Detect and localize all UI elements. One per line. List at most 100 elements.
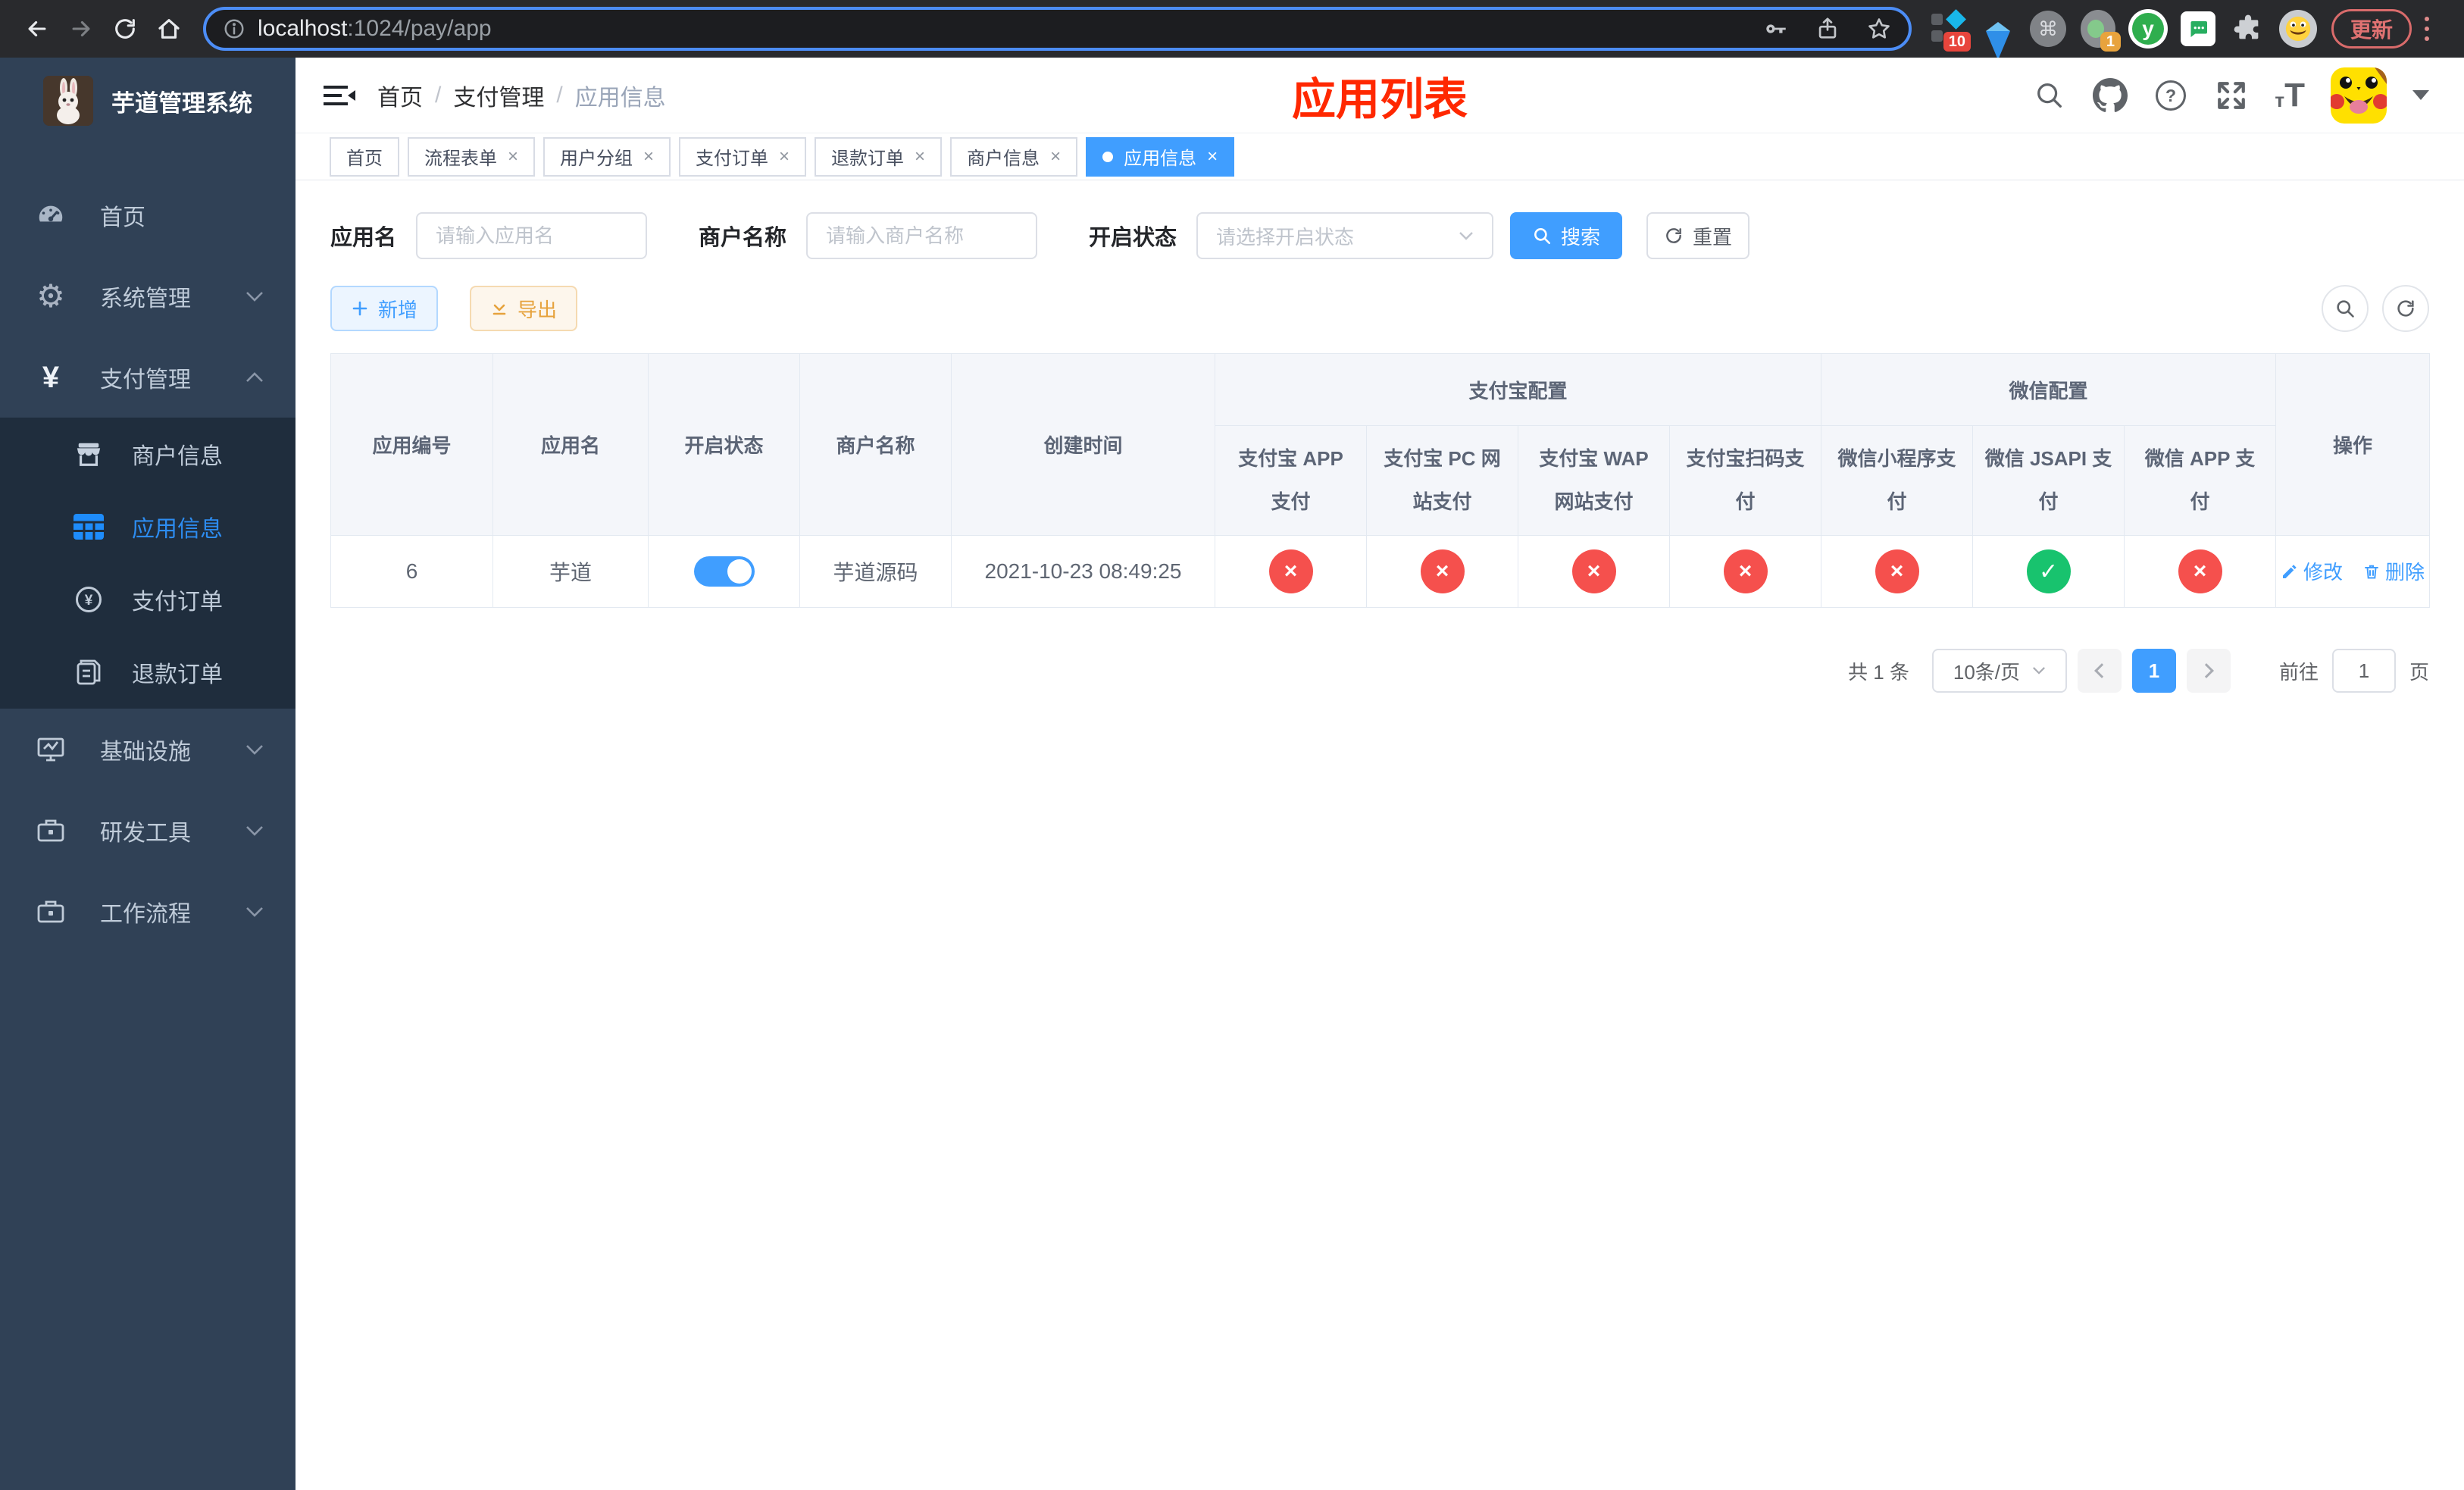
fullscreen-icon[interactable]	[2214, 78, 2249, 113]
share-icon[interactable]	[1815, 16, 1840, 42]
search-icon[interactable]	[2032, 78, 2067, 113]
chevron-down-icon	[245, 291, 264, 302]
url-text: localhost:1024/pay/app	[258, 16, 492, 41]
navbar-actions: ? тT	[2032, 67, 2429, 124]
sidebar-item-system[interactable]: ⚙ 系统管理	[0, 255, 295, 337]
tab-refund-order[interactable]: 退款订单 ×	[815, 136, 943, 177]
status-label: 开启状态	[1089, 226, 1177, 250]
chrome-update-button[interactable]: 更新	[2331, 9, 2412, 49]
close-icon[interactable]: ×	[915, 147, 925, 166]
add-button[interactable]: 新增	[330, 286, 438, 331]
chevron-down-icon	[245, 744, 264, 755]
breadcrumb-payment[interactable]: 支付管理	[453, 79, 544, 112]
goto-page-input[interactable]	[2331, 649, 2396, 693]
sidebar-item-workflow[interactable]: 工作流程	[0, 871, 295, 952]
extension-chat-icon[interactable]	[2178, 9, 2218, 49]
password-key-icon[interactable]	[1763, 16, 1789, 42]
prev-page-button[interactable]	[2077, 649, 2122, 693]
reset-button[interactable]: 重置	[1646, 212, 1750, 259]
extensions-puzzle-icon[interactable]	[2228, 9, 2268, 49]
cell-merchant: 芋道源码	[799, 535, 952, 608]
refresh-table-button[interactable]	[2382, 285, 2429, 332]
sidebar-item-pay-order[interactable]: ¥ 支付订单	[0, 563, 295, 636]
dashboard-icon	[33, 199, 68, 231]
tab-app-info[interactable]: 应用信息 ×	[1086, 136, 1235, 177]
sidebar-item-home[interactable]: 首页	[0, 174, 295, 255]
smiley-icon	[2285, 16, 2311, 42]
filter-form: 应用名 商户名称 开启状态 请选择开启状态 搜索	[330, 212, 2429, 259]
profile-avatar-icon[interactable]	[2278, 9, 2318, 49]
font-size-icon[interactable]: тT	[2275, 78, 2305, 111]
channel-status-icon: ×	[1420, 549, 1465, 593]
url-bar[interactable]: localhost:1024/pay/app	[203, 7, 1912, 51]
cell-app-id: 6	[330, 535, 493, 608]
extension-y-icon[interactable]: y	[2128, 9, 2168, 49]
tab-user-group[interactable]: 用户分组 ×	[543, 136, 671, 177]
delete-link[interactable]: 删除	[2362, 557, 2425, 585]
bookmark-star-icon[interactable]	[1866, 16, 1892, 42]
close-icon[interactable]: ×	[1207, 147, 1218, 166]
svg-text:?: ?	[2165, 86, 2176, 105]
sidebar-item-label: 研发工具	[100, 820, 191, 846]
sidebar-logo[interactable]: 芋道管理系统	[0, 58, 295, 144]
page-size-select[interactable]: 10条/页	[1931, 649, 2067, 693]
next-page-button[interactable]	[2186, 649, 2231, 693]
chat-bubble-icon	[2190, 21, 2207, 37]
app-name-input[interactable]	[416, 212, 648, 259]
export-button[interactable]: 导出	[470, 286, 577, 331]
breadcrumb-home[interactable]: 首页	[377, 79, 423, 112]
home-button[interactable]	[147, 7, 191, 51]
col-header: 应用名	[492, 353, 649, 536]
sidebar-item-label: 工作流程	[100, 901, 191, 927]
tab-merchant-info[interactable]: 商户信息 ×	[950, 136, 1078, 177]
show-search-button[interactable]	[2322, 285, 2369, 332]
merchant-name-input[interactable]	[806, 212, 1038, 259]
sidebar-item-infrastructure[interactable]: 基础设施	[0, 709, 295, 790]
close-icon[interactable]: ×	[1050, 147, 1061, 166]
sidebar-item-merchant-info[interactable]: 商户信息	[0, 418, 295, 490]
goto-prefix: 前往	[2278, 660, 2319, 684]
channel-status-icon: ×	[1723, 549, 1768, 593]
extension-gem-icon[interactable]	[1978, 9, 2018, 60]
chevron-down-icon	[2033, 667, 2046, 675]
user-avatar[interactable]	[2331, 67, 2387, 124]
sidebar-item-payment[interactable]: ¥ 支付管理	[0, 337, 295, 418]
status-toggle[interactable]	[693, 556, 755, 587]
avatar-caret-icon[interactable]	[2412, 90, 2429, 100]
edit-link[interactable]: 修改	[2281, 557, 2343, 585]
search-button[interactable]: 搜索	[1510, 212, 1623, 259]
help-icon[interactable]: ?	[2153, 78, 2188, 113]
extension-blocks-icon[interactable]: 10	[1928, 9, 1971, 52]
sidebar-item-app-info[interactable]: 应用信息	[0, 490, 295, 563]
status-select[interactable]: 请选择开启状态	[1196, 212, 1494, 259]
sidebar-item-refund-order[interactable]: 退款订单	[0, 636, 295, 709]
forward-button[interactable]	[59, 7, 103, 51]
briefcase-icon	[33, 897, 68, 927]
sidebar: 芋道管理系统 首页 ⚙ 系统管理 ¥ 支付管理 商户信息 应用信息 ¥ 支付订单…	[0, 58, 295, 1490]
sidebar-collapse-icon[interactable]	[315, 71, 364, 120]
tab-pay-order[interactable]: 支付订单 ×	[679, 136, 807, 177]
close-icon[interactable]: ×	[779, 147, 790, 166]
close-icon[interactable]: ×	[643, 147, 654, 166]
sidebar-item-label: 首页	[100, 205, 145, 230]
sidebar-item-dev-tools[interactable]: 研发工具	[0, 790, 295, 871]
sidebar-item-label: 支付管理	[100, 367, 191, 393]
site-info-icon[interactable]	[223, 17, 245, 40]
extension-recorder-icon[interactable]: 1	[2078, 9, 2121, 52]
top-navbar: 首页 / 支付管理 / 应用信息 应用列表 ? т T	[295, 58, 2464, 133]
breadcrumb: 首页 / 支付管理 / 应用信息	[377, 79, 666, 112]
browser-menu-icon[interactable]	[2412, 9, 2442, 49]
reload-button[interactable]	[103, 7, 147, 51]
col-header: 微信 JSAPI 支付	[1972, 425, 2125, 536]
grid-table-icon	[73, 514, 105, 540]
back-button[interactable]	[15, 7, 59, 51]
page-number-active[interactable]: 1	[2131, 649, 2176, 693]
app-shell: 芋道管理系统 首页 ⚙ 系统管理 ¥ 支付管理 商户信息 应用信息 ¥ 支付订单…	[0, 58, 2464, 1490]
tab-process-form[interactable]: 流程表单 ×	[408, 136, 536, 177]
close-icon[interactable]: ×	[508, 147, 518, 166]
tab-home[interactable]: 首页	[330, 136, 399, 177]
table-row: 6 芋道 芋道源码 2021-10-23 08:49:25 × × × × ×	[330, 535, 2431, 608]
github-icon[interactable]	[2093, 77, 2128, 113]
extension-command-icon[interactable]: ⌘	[2028, 9, 2068, 49]
page: localhost:1024/pay/app 10 ⌘ 1 y 更新 芋道管理系…	[0, 0, 2464, 1490]
